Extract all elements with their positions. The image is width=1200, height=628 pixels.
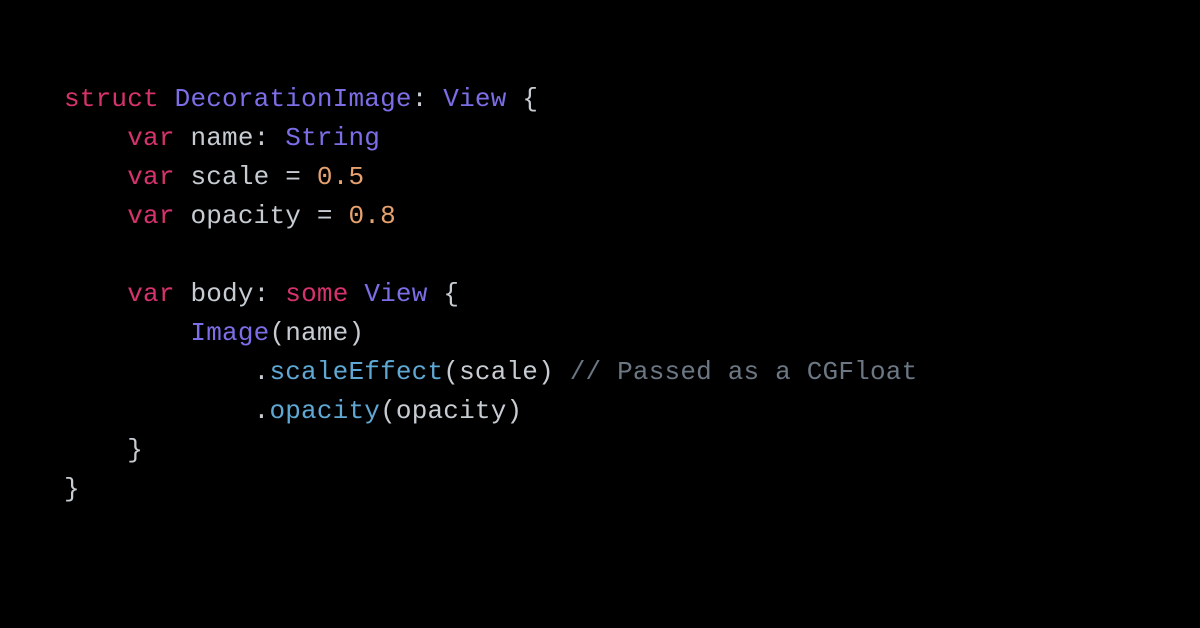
arg-name: name (285, 318, 348, 348)
indent (64, 123, 127, 153)
indent (64, 162, 127, 192)
ident-scale: scale (190, 162, 269, 192)
colon: : (254, 279, 286, 309)
indent (64, 279, 127, 309)
equals: = (269, 162, 316, 192)
method-opacity: opacity (269, 396, 380, 426)
space (349, 279, 365, 309)
indent (64, 357, 254, 387)
method-scaleeffect: scaleEffect (269, 357, 443, 387)
literal-scale: 0.5 (317, 162, 364, 192)
literal-opacity: 0.8 (349, 201, 396, 231)
ident-body: body (190, 279, 253, 309)
keyword-var: var (127, 162, 174, 192)
type-decorationimage: DecorationImage (175, 84, 412, 114)
type-view: View (443, 84, 506, 114)
indent (64, 435, 127, 465)
indent (64, 396, 254, 426)
ident-name: name (190, 123, 253, 153)
type-string: String (285, 123, 380, 153)
indent (64, 318, 190, 348)
arg-scale: scale (459, 357, 538, 387)
type-image: Image (190, 318, 269, 348)
space (175, 123, 191, 153)
rparen: ) (348, 318, 364, 348)
keyword-struct: struct (64, 84, 159, 114)
equals: = (301, 201, 348, 231)
space (175, 279, 191, 309)
code-snippet: struct DecorationImage: View { var name:… (0, 0, 1200, 509)
space (159, 84, 175, 114)
close-brace: } (64, 474, 80, 504)
lparen: ( (380, 396, 396, 426)
keyword-var: var (127, 279, 174, 309)
open-brace: { (428, 279, 460, 309)
arg-opacity: opacity (396, 396, 507, 426)
rparen: ) (507, 396, 523, 426)
keyword-some: some (285, 279, 348, 309)
rparen-sp: ) (538, 357, 570, 387)
space (175, 162, 191, 192)
type-view-2: View (364, 279, 427, 309)
dot: . (254, 396, 270, 426)
keyword-var: var (127, 201, 174, 231)
keyword-var: var (127, 123, 174, 153)
space (175, 201, 191, 231)
dot: . (254, 357, 270, 387)
colon: : (254, 123, 286, 153)
lparen: ( (443, 357, 459, 387)
ident-opacity: opacity (190, 201, 301, 231)
indent (64, 201, 127, 231)
lparen: ( (269, 318, 285, 348)
close-brace: } (127, 435, 143, 465)
colon: : (412, 84, 444, 114)
comment-cgfloat: // Passed as a CGFloat (570, 357, 918, 387)
open-brace: { (507, 84, 539, 114)
